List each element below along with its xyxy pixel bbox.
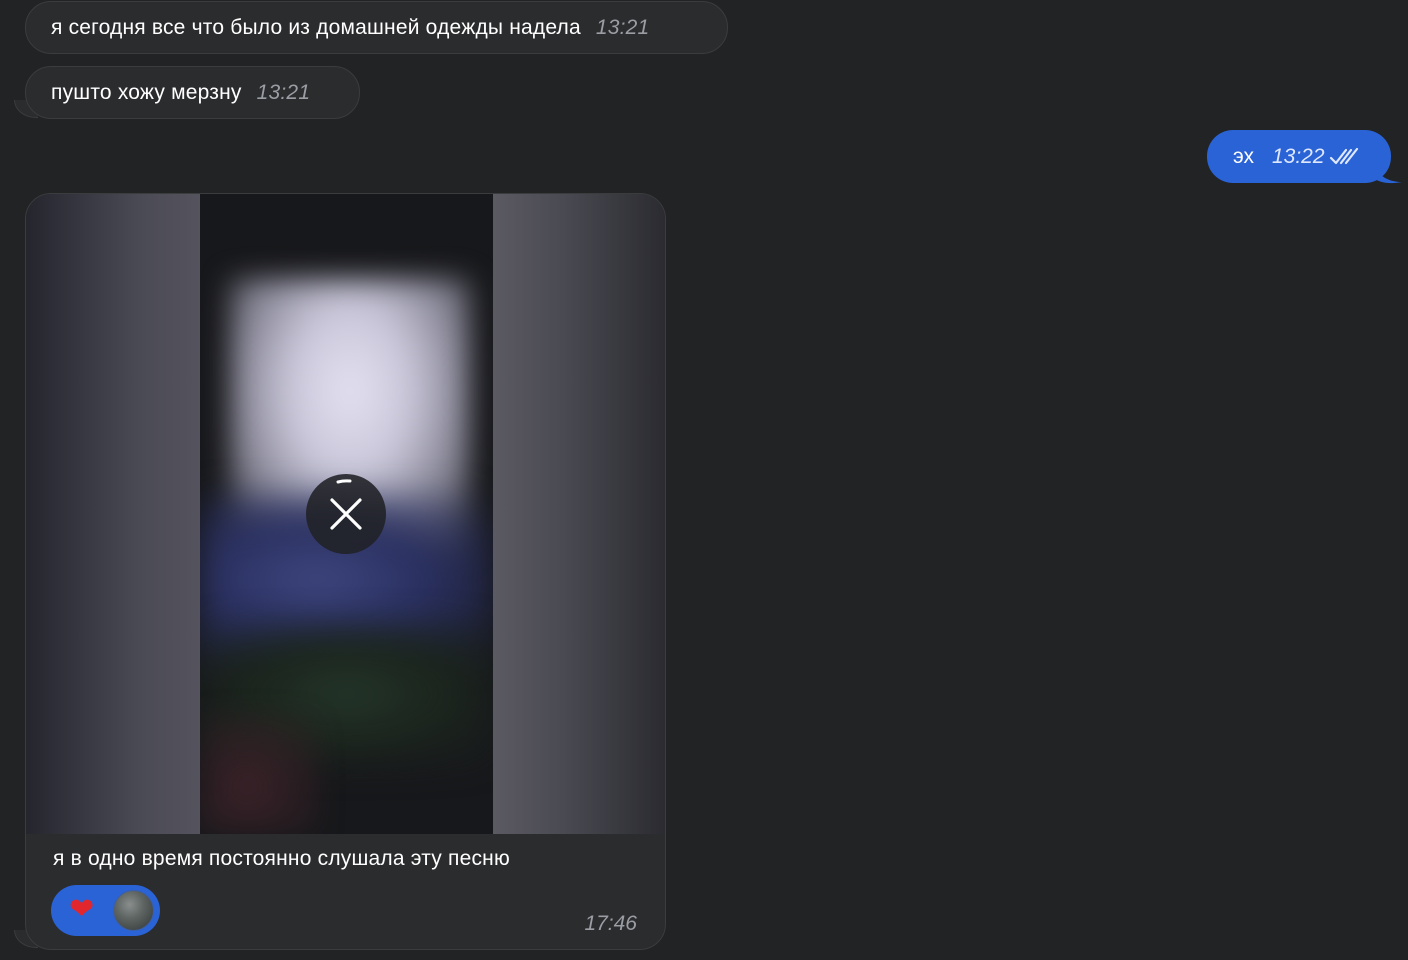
- incoming-message[interactable]: я сегодня все что было из домашней одежд…: [25, 1, 728, 54]
- reaction-badge[interactable]: ❤: [51, 885, 160, 936]
- media-caption: я в одно время постоянно слушала эту пес…: [53, 847, 510, 870]
- blurred-backdrop-right: [493, 194, 665, 834]
- message-time: 13:21: [256, 80, 311, 104]
- message-text: пушто хожу мерзну: [51, 80, 242, 104]
- message-time: 13:21: [595, 15, 650, 39]
- incoming-media-message[interactable]: я в одно время постоянно слушала эту пес…: [25, 193, 666, 950]
- video-thumbnail[interactable]: [26, 194, 665, 834]
- message-text: я сегодня все что было из домашней одежд…: [51, 15, 581, 39]
- blurred-backdrop-left: [26, 194, 200, 834]
- avatar: [113, 890, 154, 931]
- heart-icon: ❤: [69, 893, 95, 926]
- message-time: 13:22: [1271, 144, 1325, 168]
- incoming-message[interactable]: пушто хожу мерзну 13:21: [25, 66, 360, 119]
- double-check-icon: [1329, 147, 1361, 167]
- message-text: эх: [1233, 144, 1254, 168]
- chat-area: я сегодня все что было из домашней одежд…: [0, 0, 1408, 960]
- message-time: 17:46: [584, 912, 637, 935]
- close-icon: [306, 474, 386, 554]
- outgoing-message[interactable]: эх 13:22: [1207, 130, 1391, 183]
- cancel-download-button[interactable]: [306, 474, 386, 554]
